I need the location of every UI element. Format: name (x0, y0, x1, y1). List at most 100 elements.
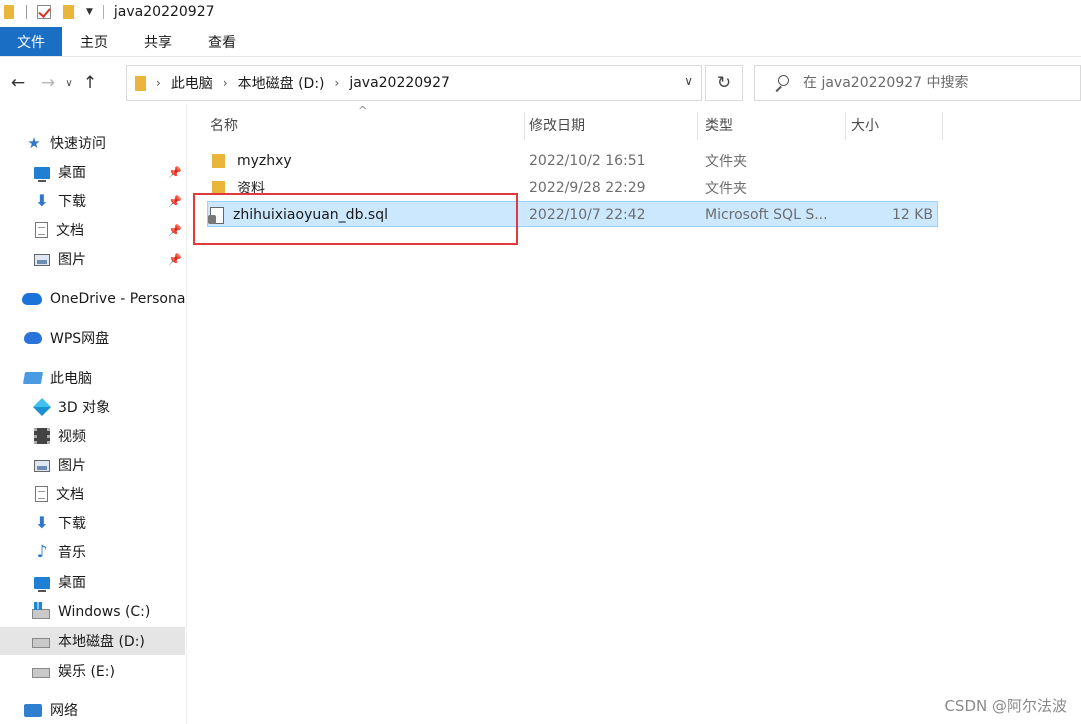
column-header-modified[interactable]: 修改日期 (529, 112, 694, 138)
refresh-icon: ↻ (716, 73, 732, 93)
network-icon (24, 703, 42, 717)
sidebar-item-desktop[interactable]: 桌面 📌 (0, 158, 185, 186)
music-icon: ♪ (36, 542, 48, 562)
sidebar-item-quick-access[interactable]: ★ 快速访问 (0, 129, 185, 157)
navigation-pane: ★ 快速访问 桌面 📌 ⬇ 下载 📌 文档 📌 图片 📌 OneDrive - … (0, 104, 187, 724)
navigation-bar: ← → ∨ ↑ › 此电脑 › 本地磁盘 (D:) › java20220927… (0, 63, 1081, 103)
watermark: CSDN @阿尔法波 (944, 697, 1067, 715)
search-input[interactable] (803, 75, 1073, 91)
breadcrumb-java20220927[interactable]: java20220927 (349, 75, 450, 91)
drive-icon (32, 638, 50, 648)
ribbon-tabs: 文件 主页 共享 查看 (0, 27, 1081, 57)
file-modified: 2022/10/7 22:42 (529, 207, 646, 223)
sidebar-item-label: 3D 对象 (58, 400, 111, 416)
forward-arrow-icon[interactable]: → (35, 73, 61, 93)
recent-locations-chevron-icon[interactable]: ∨ (61, 78, 77, 89)
folder-icon (4, 5, 14, 19)
refresh-button[interactable]: ↻ (705, 65, 743, 101)
file-name: myzhxy (237, 153, 292, 169)
sidebar-item-network[interactable]: 网络 (0, 696, 185, 724)
sidebar-item-local-disk-d[interactable]: 本地磁盘 (D:) (0, 627, 185, 655)
window-title: java20220927 (113, 4, 215, 20)
quick-access-toolbar: ▼ (0, 0, 114, 24)
sidebar-item-desktop-pc[interactable]: 桌面 (0, 568, 185, 596)
file-modified: 2022/9/28 22:29 (529, 180, 646, 196)
sidebar-item-onedrive[interactable]: OneDrive - Persona (0, 285, 185, 313)
sidebar-item-label: OneDrive - Persona (50, 291, 185, 307)
address-dropdown-chevron-icon[interactable]: ∨ (684, 74, 693, 88)
sidebar-item-pictures[interactable]: 图片 📌 (0, 245, 185, 273)
sidebar-item-label: 娱乐 (E:) (58, 664, 115, 680)
column-divider[interactable] (524, 112, 525, 140)
3d-objects-icon (32, 397, 52, 417)
divider (102, 5, 104, 19)
column-header-type[interactable]: 类型 (705, 112, 845, 138)
new-folder-icon[interactable] (63, 5, 74, 19)
sidebar-item-label: 文档 (56, 487, 84, 503)
folder-icon (212, 154, 225, 168)
back-arrow-icon[interactable]: ← (5, 73, 31, 93)
column-divider[interactable] (845, 112, 846, 140)
properties-check-icon[interactable] (37, 5, 51, 19)
wps-cloud-icon (24, 332, 42, 344)
sidebar-item-label: 桌面 (58, 575, 86, 591)
desktop-icon (34, 167, 50, 182)
sidebar-item-music[interactable]: ♪ 音乐 (0, 538, 185, 566)
sidebar-item-label: 图片 (58, 458, 86, 474)
column-divider[interactable] (697, 112, 698, 140)
pin-icon: 📌 (168, 223, 182, 237)
computer-icon (22, 372, 44, 384)
sidebar-item-entertainment-e[interactable]: 娱乐 (E:) (0, 657, 185, 685)
sidebar-item-downloads-pc[interactable]: ⬇ 下载 (0, 509, 185, 537)
file-type: Microsoft SQL S... (705, 207, 828, 223)
sidebar-item-label: 本地磁盘 (D:) (58, 634, 145, 650)
picture-icon (34, 460, 50, 472)
desktop-icon (34, 577, 50, 592)
picture-icon (34, 254, 50, 266)
sidebar-item-label: 下载 (58, 516, 86, 532)
chevron-right-icon[interactable]: › (223, 76, 228, 90)
address-bar[interactable]: › 此电脑 › 本地磁盘 (D:) › java20220927 ∨ (126, 65, 702, 101)
annotation-highlight-box (193, 193, 518, 245)
column-header-name[interactable]: 名称 (210, 112, 520, 138)
breadcrumb-local-disk-d[interactable]: 本地磁盘 (D:) (238, 73, 325, 93)
up-arrow-icon[interactable]: ↑ (77, 73, 103, 93)
breadcrumb-this-pc[interactable]: 此电脑 (171, 73, 213, 93)
title-bar: ▼ java20220927 (0, 0, 1081, 24)
drive-icon (32, 668, 50, 678)
sidebar-item-label: 快速访问 (50, 136, 106, 152)
sidebar-item-downloads[interactable]: ⬇ 下载 📌 (0, 187, 185, 215)
tab-home[interactable]: 主页 (62, 27, 126, 56)
sidebar-item-pictures-pc[interactable]: 图片 (0, 451, 185, 479)
star-icon: ★ (27, 134, 41, 152)
search-box[interactable] (754, 65, 1081, 101)
folder-icon (135, 75, 146, 91)
tab-view[interactable]: 查看 (190, 27, 254, 56)
sidebar-item-windows-c[interactable]: Windows (C:) (0, 598, 185, 626)
chevron-right-icon[interactable]: › (335, 76, 340, 90)
sidebar-item-wps-cloud[interactable]: WPS网盘 (0, 324, 185, 352)
chevron-right-icon[interactable]: › (156, 76, 161, 90)
search-icon (773, 75, 789, 91)
sidebar-item-label: 网络 (50, 703, 78, 719)
pin-icon: 📌 (168, 252, 182, 266)
sidebar-item-3d-objects[interactable]: 3D 对象 (0, 393, 185, 421)
column-header-size[interactable]: 大小 (851, 112, 941, 138)
sidebar-item-documents-pc[interactable]: 文档 (0, 480, 185, 508)
divider (26, 5, 27, 19)
customize-toolbar-dropdown-icon[interactable]: ▼ (86, 7, 93, 17)
table-row[interactable]: myzhxy 2022/10/2 16:51 文件夹 (207, 148, 938, 174)
sidebar-item-label: 此电脑 (50, 371, 92, 387)
onedrive-icon (22, 293, 42, 305)
tab-share[interactable]: 共享 (126, 27, 190, 56)
sidebar-item-this-pc[interactable]: 此电脑 (0, 364, 185, 392)
sidebar-item-label: 图片 (58, 252, 86, 268)
column-divider[interactable] (942, 112, 943, 140)
video-icon (34, 428, 50, 444)
sidebar-item-documents[interactable]: 文档 📌 (0, 216, 185, 244)
sidebar-item-label: 音乐 (58, 545, 86, 561)
tab-file[interactable]: 文件 (0, 27, 62, 56)
sidebar-item-videos[interactable]: 视频 (0, 422, 185, 450)
download-icon: ⬇ (35, 191, 49, 210)
windows-drive-icon (32, 602, 50, 619)
